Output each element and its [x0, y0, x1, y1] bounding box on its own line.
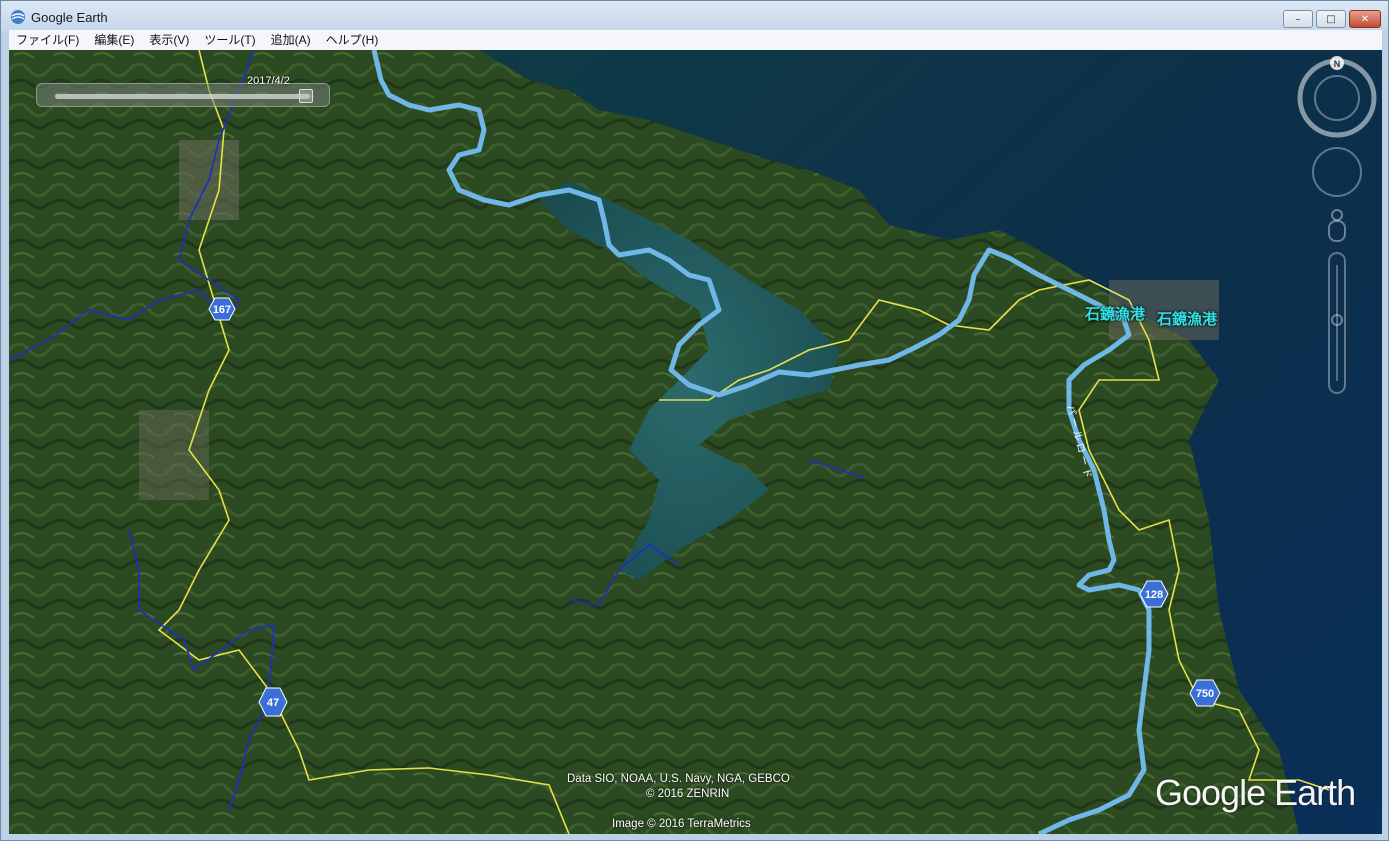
title-bar[interactable]: Google Earth – □ ✕ [1, 1, 1388, 31]
menu-tools[interactable]: ツール(T) [197, 30, 263, 50]
minimize-button[interactable]: – [1283, 10, 1313, 28]
menu-add[interactable]: 追加(A) [264, 30, 319, 50]
north-label: N [1334, 59, 1341, 69]
time-slider-track[interactable] [55, 94, 310, 99]
place-label-ijika-port[interactable]: 石鏡漁港 [1085, 303, 1145, 324]
route-47-shield[interactable]: 47 [258, 687, 288, 717]
window-title: Google Earth [31, 10, 108, 25]
google-earth-app-icon [11, 10, 25, 24]
menu-edit[interactable]: 編集(E) [87, 30, 142, 50]
google-earth-window: Google Earth – □ ✕ ファイル(F) 編集(E) 表示(V) ツ… [0, 0, 1389, 841]
route-128-shield[interactable]: 128 [1139, 580, 1169, 608]
menu-help[interactable]: ヘルプ(H) [319, 30, 387, 50]
navigation-controls[interactable]: N [1296, 55, 1378, 400]
imagery-credit: Image © 2016 TerraMetrics [612, 818, 751, 830]
close-button[interactable]: ✕ [1349, 10, 1381, 28]
time-slider-thumb[interactable] [299, 89, 313, 103]
compass-center[interactable] [1314, 75, 1360, 121]
route-128-number: 128 [1145, 589, 1163, 601]
zenrin-credit: © 2016 ZENRIN [646, 788, 730, 800]
route-167-number: 167 [213, 304, 231, 316]
move-joystick[interactable] [1312, 147, 1362, 197]
satellite-map[interactable]: パールロード [9, 50, 1382, 834]
street-view-pegman-icon[interactable] [1328, 209, 1346, 242]
look-ring[interactable] [1297, 58, 1377, 138]
data-credit: Data SIO, NOAA, U.S. Navy, NGA, GEBCO [567, 773, 790, 785]
google-earth-logo: Google Earth [1155, 772, 1356, 813]
route-167-shield[interactable]: 167 [208, 297, 236, 321]
menu-file[interactable]: ファイル(F) [9, 30, 87, 50]
map-viewport[interactable]: パールロード 2017/4/2 167 47 128 750 石鏡漁港 石鏡漁港 [9, 50, 1382, 834]
route-750-shield[interactable]: 750 [1189, 679, 1221, 707]
time-slider-date: 2017/4/2 [247, 75, 290, 87]
menu-bar: ファイル(F) 編集(E) 表示(V) ツール(T) 追加(A) ヘルプ(H) [9, 30, 1382, 50]
menu-view[interactable]: 表示(V) [142, 30, 197, 50]
route-47-number: 47 [267, 697, 279, 709]
route-750-number: 750 [1196, 688, 1214, 700]
place-label-ijika-port-2[interactable]: 石鏡漁港 [1157, 308, 1217, 329]
maximize-button[interactable]: □ [1316, 10, 1346, 28]
